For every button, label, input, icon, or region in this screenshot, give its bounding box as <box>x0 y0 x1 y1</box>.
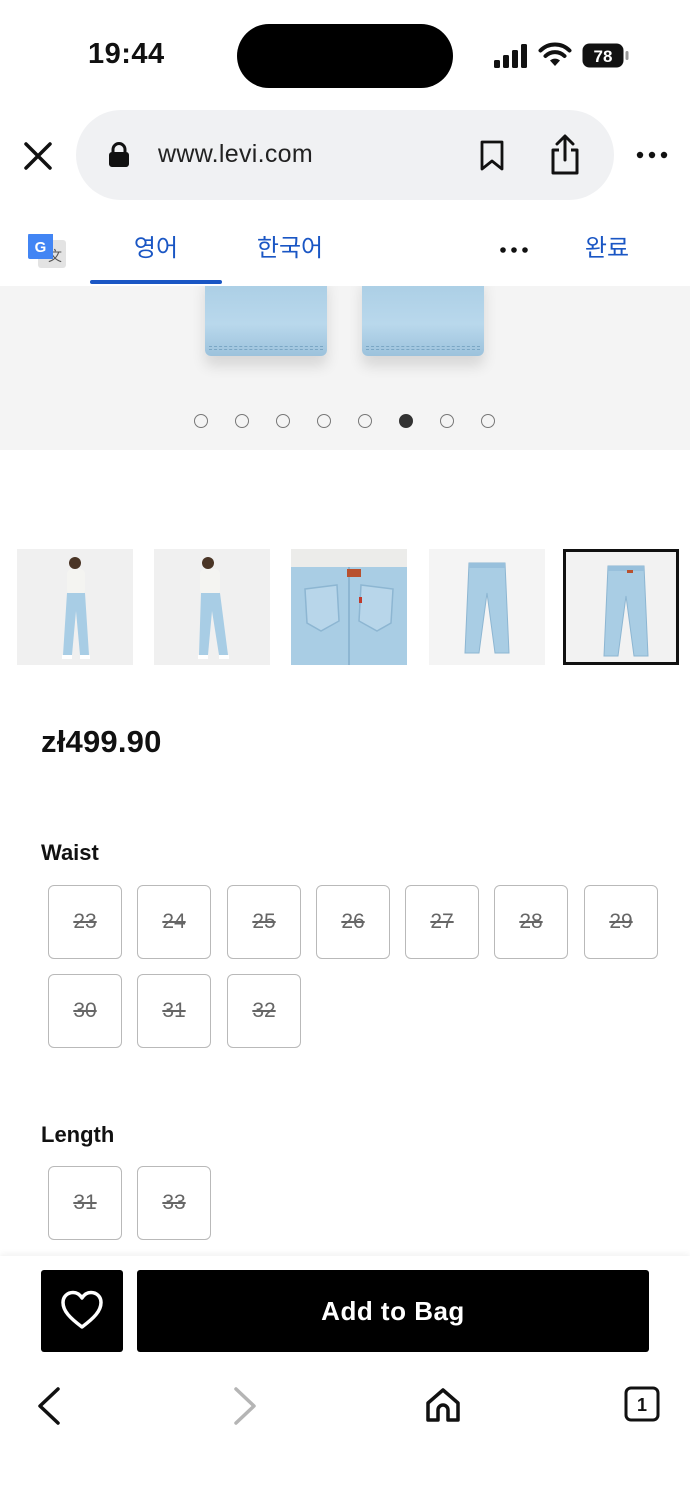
jeans-image-right-leg <box>362 286 484 356</box>
status-time: 19:44 <box>88 38 165 70</box>
jeans-image-left-leg <box>205 286 327 356</box>
length-label: Length <box>41 1122 115 1147</box>
purchase-action-bar: Add to Bag <box>0 1256 690 1366</box>
waist-label: Waist <box>41 840 99 865</box>
tab-count: 1 <box>637 1395 647 1415</box>
carousel-dot[interactable] <box>276 414 290 428</box>
dynamic-island <box>237 24 453 88</box>
bookmark-icon[interactable] <box>478 140 506 172</box>
status-bar: 19:44 78 <box>0 0 690 100</box>
length-size-option[interactable]: 31 <box>48 1166 122 1240</box>
share-icon[interactable] <box>548 134 582 176</box>
thumbnail-jeans-front[interactable] <box>429 549 545 665</box>
carousel-dot[interactable] <box>194 414 208 428</box>
thumbnail-jeans-back-selected[interactable] <box>563 549 679 665</box>
waist-size-option[interactable]: 26 <box>316 885 390 959</box>
battery-level: 78 <box>594 47 613 66</box>
forward-arrow-icon[interactable] <box>230 1386 260 1426</box>
waist-size-option[interactable]: 28 <box>494 885 568 959</box>
translate-more-icon[interactable] <box>494 238 534 262</box>
tabs-icon[interactable]: 1 <box>624 1386 660 1422</box>
waist-size-option[interactable]: 24 <box>137 885 211 959</box>
close-icon[interactable] <box>18 136 58 176</box>
google-translate-icon[interactable]: 文 G <box>26 230 68 272</box>
waist-size-option[interactable]: 31 <box>137 974 211 1048</box>
carousel-dot[interactable] <box>440 414 454 428</box>
product-price: zł499.90 <box>41 724 162 759</box>
waist-size-option[interactable]: 23 <box>48 885 122 959</box>
battery-icon: 78 <box>582 43 629 68</box>
cellular-signal-icon <box>494 44 527 68</box>
thumbnail-strip <box>0 546 690 668</box>
google-glyph: G <box>35 239 47 256</box>
waist-size-option[interactable]: 32 <box>227 974 301 1048</box>
add-to-bag-button[interactable]: Add to Bag <box>137 1270 649 1352</box>
tab-source-language[interactable]: 영어 <box>90 212 222 286</box>
product-image-carousel[interactable] <box>0 286 690 450</box>
heart-icon <box>61 1290 103 1329</box>
carousel-dots <box>194 414 504 430</box>
waist-size-option[interactable]: 29 <box>584 885 658 959</box>
address-bar[interactable]: www.levi.com <box>76 110 614 200</box>
tab-target-language[interactable]: 한국어 <box>238 212 342 286</box>
carousel-dot-active[interactable] <box>399 414 413 428</box>
length-size-option[interactable]: 33 <box>137 1166 211 1240</box>
home-icon[interactable] <box>424 1386 462 1424</box>
browser-toolbar: 1 <box>0 1366 690 1500</box>
carousel-dot[interactable] <box>481 414 495 428</box>
wishlist-button[interactable] <box>41 1270 123 1352</box>
url-text: www.levi.com <box>158 140 314 168</box>
waist-size-option[interactable]: 25 <box>227 885 301 959</box>
thumbnail-model-back[interactable] <box>154 549 270 665</box>
lock-icon <box>109 142 129 167</box>
carousel-dot[interactable] <box>317 414 331 428</box>
translate-bar: 文 G 영어 한국어 완료 <box>0 212 690 286</box>
waist-size-option[interactable]: 27 <box>405 885 479 959</box>
more-options-icon[interactable] <box>634 140 670 170</box>
translate-done-button[interactable]: 완료 <box>574 212 640 286</box>
waist-size-option[interactable]: 30 <box>48 974 122 1048</box>
carousel-dot[interactable] <box>235 414 249 428</box>
wifi-icon <box>538 42 572 66</box>
thumbnail-model-front[interactable] <box>17 549 133 665</box>
active-tab-indicator <box>90 280 222 284</box>
back-arrow-icon[interactable] <box>34 1386 64 1426</box>
thumbnail-back-pocket[interactable] <box>291 549 407 665</box>
carousel-dot[interactable] <box>358 414 372 428</box>
